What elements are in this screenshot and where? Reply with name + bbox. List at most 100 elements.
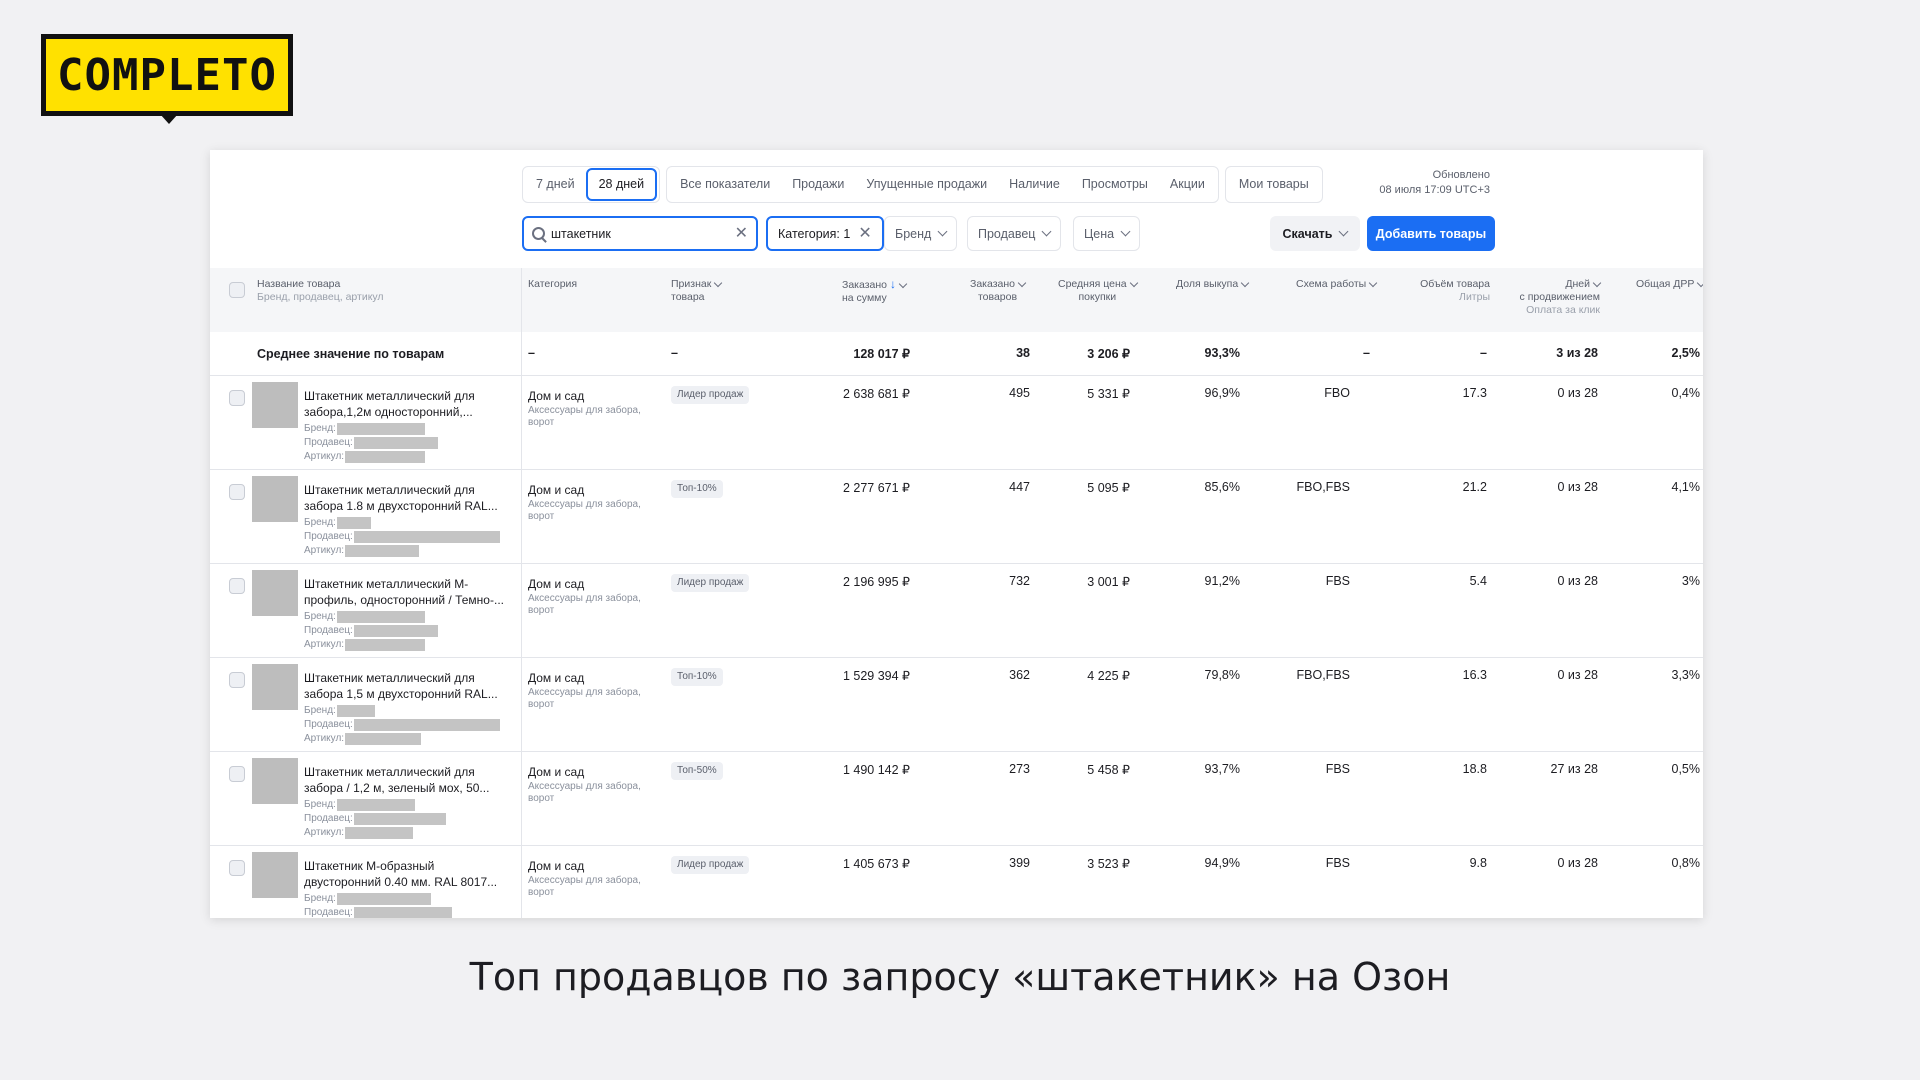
- chevron-down-icon: [1339, 226, 1349, 237]
- ordered-qty: 447: [1009, 480, 1030, 494]
- product-name[interactable]: Штакетник М-образный двусторонний 0.40 м…: [304, 858, 516, 890]
- average-label: Среднее значение по товарам: [257, 347, 445, 361]
- meta-article: Артикул:: [304, 732, 422, 746]
- tab-lost-sales[interactable]: Упущенные продажи: [855, 168, 998, 201]
- buyout-share: 91,2%: [1204, 574, 1240, 588]
- product-thumbnail[interactable]: [252, 758, 298, 804]
- row-checkbox[interactable]: [229, 766, 245, 782]
- row-checkbox[interactable]: [229, 390, 245, 406]
- drr-value: 4,1%: [1671, 480, 1701, 494]
- table-row[interactable]: Штакетник М-образный двусторонний 0.40 м…: [210, 846, 1703, 918]
- col-volume[interactable]: Объём товара Литры: [1400, 278, 1490, 304]
- redacted-article: [345, 733, 422, 745]
- meta-article: Артикул:: [304, 826, 414, 840]
- product-volume: 17.3: [1462, 386, 1487, 400]
- completo-logo: COMPLETO: [41, 34, 293, 124]
- table-row[interactable]: Штакетник металлический для забора 1,5 м…: [210, 658, 1703, 752]
- product-thumbnail[interactable]: [252, 382, 298, 428]
- meta-brand: Бренд:: [304, 610, 425, 624]
- redacted-seller: [353, 813, 446, 825]
- view-tabs: Все показатели Продажи Упущенные продажи…: [666, 166, 1219, 203]
- redacted-article: [345, 639, 426, 651]
- work-scheme: FBO: [1324, 386, 1350, 400]
- category-filter[interactable]: Категория: 1 ✕: [766, 216, 884, 251]
- product-subcategory: Аксессуары для забора, ворот: [528, 405, 641, 428]
- product-thumbnail[interactable]: [252, 664, 298, 710]
- logo-text: COMPLETO: [57, 49, 277, 101]
- product-thumbnail[interactable]: [252, 852, 298, 898]
- price-filter-label: Цена: [1084, 226, 1115, 241]
- col-drr[interactable]: Общая ДРР: [1636, 278, 1703, 291]
- product-name[interactable]: Штакетник металлический для забора 1.8 м…: [304, 482, 516, 514]
- product-badge: Лидер продаж: [671, 856, 750, 874]
- work-scheme: FBS: [1325, 856, 1350, 870]
- col-days-promo[interactable]: Дней с продвижением Оплата за клик: [1500, 278, 1602, 317]
- avg-volume: –: [1480, 346, 1487, 360]
- download-button[interactable]: Скачать: [1270, 216, 1360, 251]
- col-category[interactable]: Категория: [528, 278, 577, 291]
- tab-views[interactable]: Просмотры: [1071, 168, 1159, 201]
- tab-28-days[interactable]: 28 дней: [585, 168, 658, 201]
- drr-value: 3,3%: [1671, 668, 1701, 682]
- col-ordered-qty[interactable]: Заказано товаров: [970, 278, 1027, 304]
- table-row[interactable]: Штакетник металлический для забора 1.8 м…: [210, 470, 1703, 564]
- product-badge: Топ-10%: [671, 480, 723, 498]
- col-avg-price[interactable]: Средняя цена покупки: [1058, 278, 1138, 304]
- promo-days: 0 из 28: [1557, 480, 1598, 494]
- table-row[interactable]: Штакетник металлический М- профиль, одно…: [210, 564, 1703, 658]
- col-buyout[interactable]: Доля выкупа: [1176, 278, 1250, 291]
- product-name[interactable]: Штакетник металлический М- профиль, одно…: [304, 576, 516, 608]
- product-badge: Лидер продаж: [671, 574, 750, 592]
- chevron-down-icon: [1017, 278, 1027, 287]
- product-category: Дом и сад: [528, 765, 585, 779]
- product-name[interactable]: Штакетник металлический для забора / 1,2…: [304, 764, 516, 796]
- tab-sales[interactable]: Продажи: [781, 168, 855, 201]
- drr-value: 0,8%: [1671, 856, 1701, 870]
- tab-7-days[interactable]: 7 дней: [525, 168, 586, 201]
- meta-seller: Продавец:: [304, 812, 446, 826]
- col-scheme[interactable]: Схема работы: [1296, 278, 1378, 291]
- row-checkbox[interactable]: [229, 672, 245, 688]
- row-checkbox[interactable]: [229, 578, 245, 594]
- table-row[interactable]: Штакетник металлический для забора,1,2м …: [210, 376, 1703, 470]
- redacted-brand: [336, 705, 375, 717]
- redacted-article: [345, 827, 414, 839]
- redacted-brand: [336, 611, 425, 623]
- work-scheme: FBS: [1325, 574, 1350, 588]
- col-ordered-sum[interactable]: Заказано ↓ на сумму: [842, 278, 908, 305]
- tab-promotions[interactable]: Акции: [1159, 168, 1216, 201]
- row-checkbox[interactable]: [229, 860, 245, 876]
- tab-all-metrics[interactable]: Все показатели: [669, 168, 781, 201]
- search-input[interactable]: штакетник ✕: [522, 216, 758, 251]
- add-products-button[interactable]: Добавить товары: [1367, 216, 1495, 251]
- price-filter[interactable]: Цена: [1073, 216, 1141, 251]
- clear-search-icon[interactable]: ✕: [735, 225, 748, 242]
- meta-article: Артикул:: [304, 544, 420, 558]
- tab-availability[interactable]: Наличие: [998, 168, 1071, 201]
- ordered-sum: 2 277 671 ₽: [842, 481, 910, 495]
- redacted-brand: [336, 893, 431, 905]
- slide-caption: Топ продавцов по запросу «штакетник» на …: [469, 955, 1451, 999]
- table-row[interactable]: Штакетник металлический для забора / 1,2…: [210, 752, 1703, 846]
- seller-filter[interactable]: Продавец: [967, 216, 1062, 251]
- product-thumbnail[interactable]: [252, 476, 298, 522]
- meta-article: Артикул:: [304, 450, 426, 464]
- select-all-checkbox[interactable]: [229, 282, 245, 298]
- product-name[interactable]: Штакетник металлический для забора,1,2м …: [304, 388, 516, 420]
- average-row: Среднее значение по товарам – – 128 017 …: [210, 332, 1703, 376]
- product-thumbnail[interactable]: [252, 570, 298, 616]
- clear-category-icon[interactable]: ✕: [858, 225, 871, 242]
- col-name[interactable]: Название товара Бренд, продавец, артикул: [257, 278, 384, 304]
- meta-seller: Продавец:: [304, 530, 500, 544]
- redacted-seller: [353, 531, 500, 543]
- col-feature[interactable]: Признак товара: [671, 278, 723, 304]
- buyout-share: 79,8%: [1204, 668, 1240, 682]
- tab-my-products[interactable]: Мои товары: [1228, 168, 1320, 201]
- brand-filter[interactable]: Бренд: [884, 216, 958, 251]
- product-name[interactable]: Штакетник металлический для забора 1,5 м…: [304, 670, 516, 702]
- category-filter-label: Категория: 1: [778, 226, 851, 241]
- row-checkbox[interactable]: [229, 484, 245, 500]
- chevron-down-icon: [1697, 278, 1703, 287]
- search-value[interactable]: штакетник: [551, 227, 735, 241]
- product-category: Дом и сад: [528, 671, 585, 685]
